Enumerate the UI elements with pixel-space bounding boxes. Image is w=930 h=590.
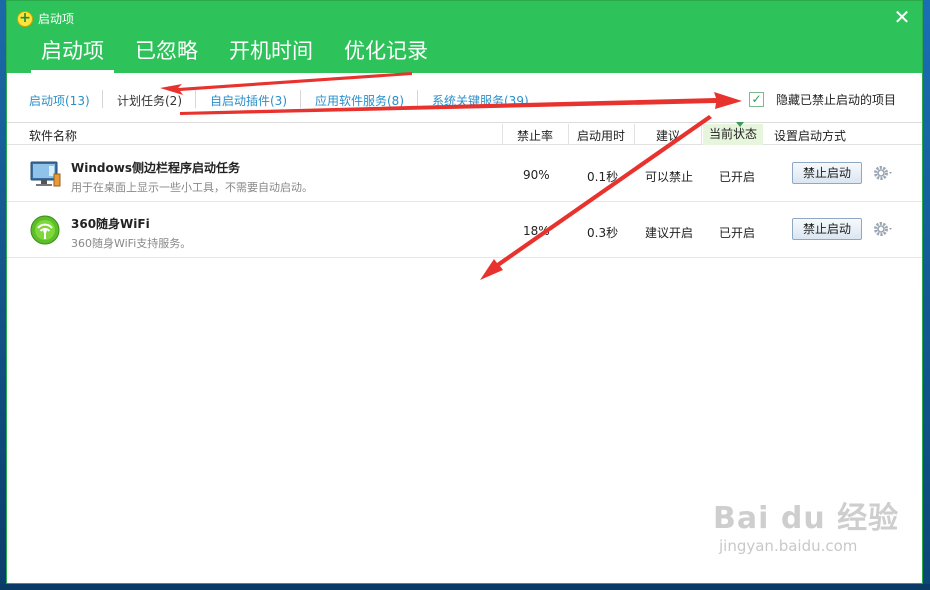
column-divider (634, 124, 635, 145)
item-suggestion: 可以禁止 (645, 170, 694, 184)
table-row[interactable]: 360随身WiFi 360随身WiFi支持服务。 18% 0.3秒 建议开启 已… (7, 202, 922, 258)
sub-tab-bar: 启动项(13) 计划任务(2) 自启动插件(3) 应用软件服务(8) 系统关键服… (7, 73, 922, 123)
item-name: Windows侧边栏程序启动任务 (71, 161, 240, 175)
column-divider (568, 124, 569, 145)
main-tab-bar: 启动项 已忽略 开机时间 优化记录 (31, 35, 449, 73)
subtab-app-services[interactable]: 应用软件服务(8) (315, 92, 404, 109)
monitor-icon (30, 161, 61, 187)
column-header-suggestion[interactable]: 建议 (656, 127, 680, 144)
item-name: 360随身WiFi (71, 217, 150, 231)
item-description: 用于在桌面上显示一些小工具，不需要自动启动。 (71, 181, 313, 194)
item-boot-time: 0.1秒 (587, 170, 619, 184)
subtab-divider (300, 90, 301, 108)
baidu-jingyan-watermark: Bai du 经验 jingyan.baidu.com (713, 493, 899, 555)
tab-boot-time[interactable]: 开机时间 (219, 35, 323, 73)
tab-startup-items[interactable]: 启动项 (31, 35, 114, 73)
item-suggestion: 建议开启 (645, 226, 694, 240)
startup-manager-window: + 启动项 ✕ 启动项 已忽略 开机时间 优化记录 启动项(13) 计划任务(2… (6, 0, 923, 584)
window-title: 启动项 (38, 12, 75, 26)
column-divider (502, 124, 503, 145)
item-status: 已开启 (719, 170, 756, 184)
hide-disabled-label[interactable]: 隐藏已禁止启动的项目 (776, 91, 896, 108)
subtab-startup-items[interactable]: 启动项(13) (29, 92, 90, 109)
disable-startup-button[interactable]: 禁止启动 (792, 218, 862, 240)
column-header-boot-time[interactable]: 启动用时 (577, 127, 625, 144)
column-divider (701, 124, 702, 145)
item-disable-rate: 18% (523, 224, 550, 238)
close-button[interactable]: ✕ (892, 7, 912, 27)
app-logo-icon: + (17, 11, 33, 27)
column-header-status[interactable]: 当前状态 (703, 124, 764, 145)
column-header-disable-rate[interactable]: 禁止率 (517, 127, 553, 144)
tab-optimization-log[interactable]: 优化记录 (334, 35, 438, 73)
tab-ignored[interactable]: 已忽略 (125, 35, 208, 73)
sort-indicator-icon (736, 122, 744, 127)
disable-startup-button[interactable]: 禁止启动 (792, 162, 862, 184)
desktop-background-bottom (0, 584, 930, 590)
hide-disabled-checkbox[interactable]: ✓ (749, 92, 764, 107)
column-header-name[interactable]: 软件名称 (29, 127, 77, 144)
column-header-set-mode[interactable]: 设置启动方式 (774, 127, 846, 144)
table-header: 软件名称 禁止率 启动用时 建议 当前状态 设置启动方式 (7, 122, 922, 145)
gear-dropdown-icon[interactable] (873, 220, 895, 238)
watermark-url: jingyan.baidu.com (719, 537, 858, 555)
subtab-divider (102, 90, 103, 108)
hide-disabled-option[interactable]: ✓ 隐藏已禁止启动的项目 (749, 91, 896, 108)
subtab-divider (417, 90, 418, 108)
table-row[interactable]: Windows侧边栏程序启动任务 用于在桌面上显示一些小工具，不需要自动启动。 … (7, 146, 922, 202)
subtab-scheduled-tasks[interactable]: 计划任务(2) (117, 92, 182, 109)
subtab-autostart-plugins[interactable]: 自启动插件(3) (210, 92, 287, 109)
titlebar: + 启动项 ✕ 启动项 已忽略 开机时间 优化记录 (7, 1, 922, 73)
item-description: 360随身WiFi支持服务。 (71, 237, 192, 250)
wifi-icon (30, 215, 60, 245)
item-disable-rate: 90% (523, 168, 550, 182)
gear-dropdown-icon[interactable] (873, 164, 895, 182)
watermark-brand: Bai du 经验 (713, 501, 900, 536)
item-status: 已开启 (719, 226, 756, 240)
item-boot-time: 0.3秒 (587, 226, 619, 240)
desktop-background-right (923, 0, 930, 590)
subtab-divider (195, 90, 196, 108)
subtab-system-services[interactable]: 系统关键服务(39) (432, 92, 529, 109)
